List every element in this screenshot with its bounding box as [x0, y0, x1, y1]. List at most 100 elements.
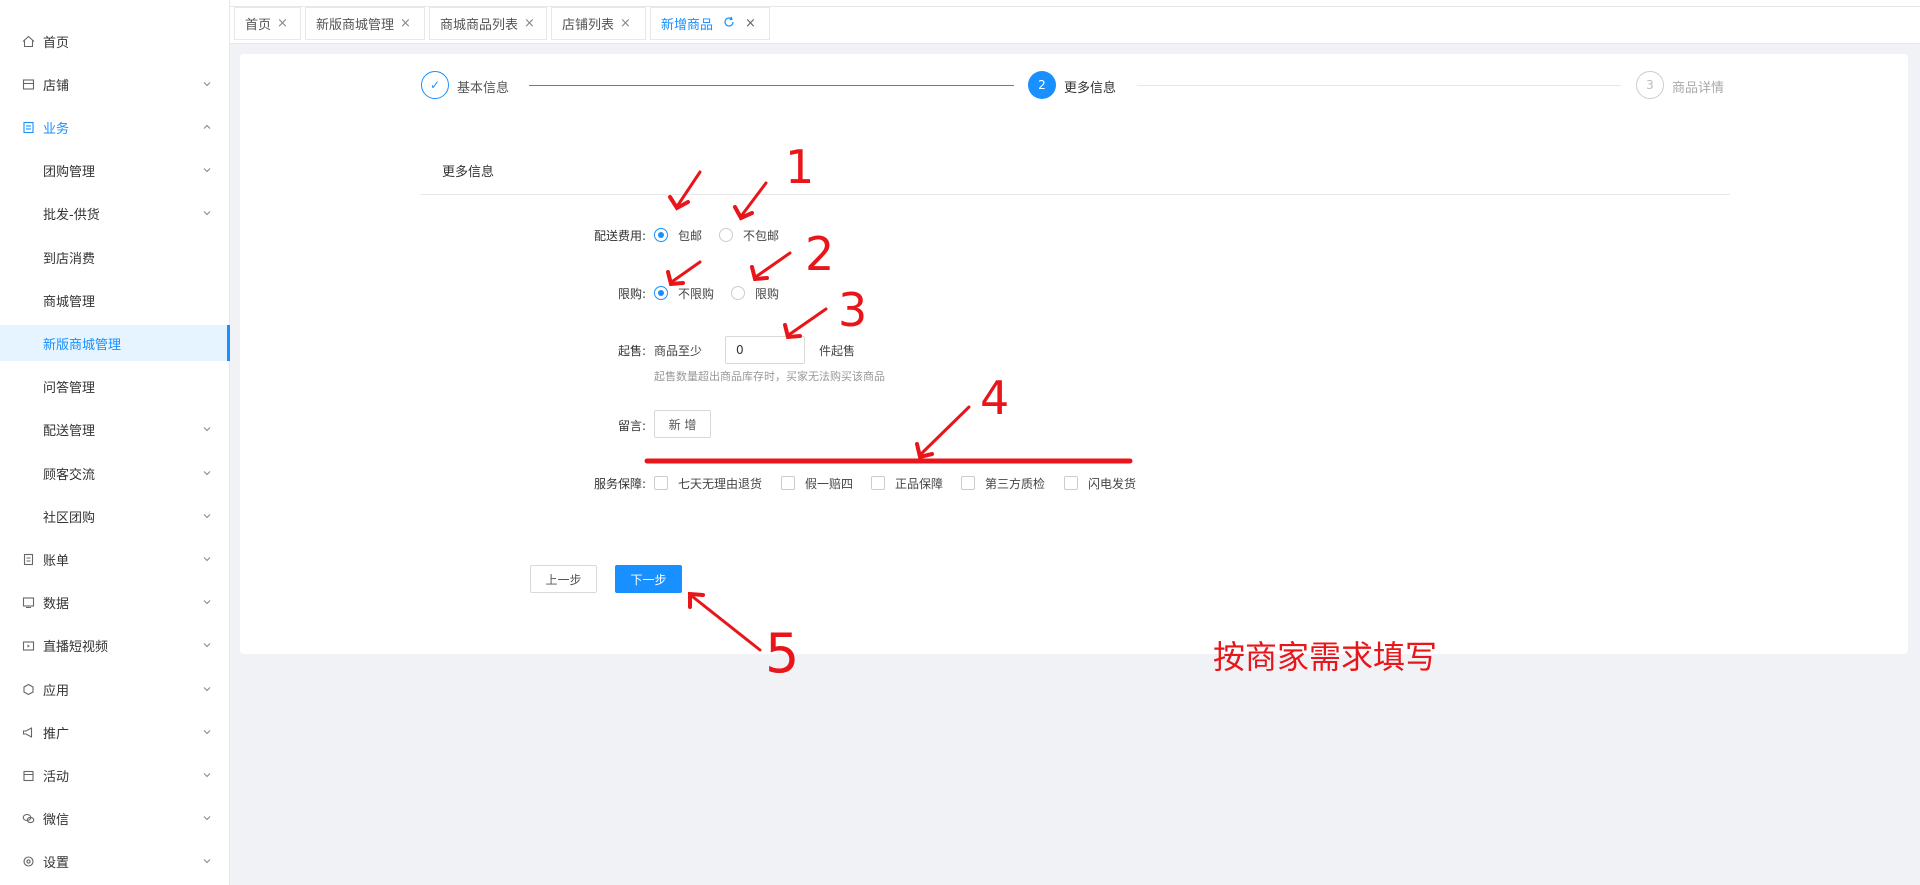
activity-icon — [21, 768, 35, 782]
close-icon[interactable]: × — [745, 16, 756, 31]
sidebar-item-label: 批发-供货 — [43, 207, 100, 223]
sidebar-item-store[interactable]: 店铺 — [0, 66, 230, 102]
tab-add-product[interactable]: 新增商品 × — [650, 7, 770, 40]
close-icon[interactable]: × — [400, 16, 411, 31]
min-sale-suffix: 件起售 — [819, 344, 856, 358]
sidebar-item-label: 店铺 — [43, 78, 70, 94]
add-message-button[interactable]: 新 增 — [654, 410, 711, 438]
annotation-number: 4 — [980, 371, 1010, 425]
sidebar-item-promotion[interactable]: 推广 — [0, 714, 230, 750]
shipping-paid-radio[interactable] — [719, 228, 733, 242]
chevron-down-icon — [203, 816, 211, 821]
sidebar-item-business[interactable]: 业务 — [0, 109, 230, 145]
annotation-number: 3 — [838, 283, 868, 337]
tab-mall-product-list[interactable]: 商城商品列表 × — [429, 7, 547, 40]
sidebar-item-live-video[interactable]: 直播短视频 — [0, 627, 230, 663]
sidebar-item-label: 数据 — [43, 596, 70, 612]
chevron-up-icon — [203, 124, 211, 129]
chevron-down-icon — [203, 600, 211, 605]
sidebar-item-data[interactable]: 数据 — [0, 584, 230, 620]
message-label: 留言: — [617, 419, 646, 433]
service-option[interactable]: 正品保障 — [895, 475, 943, 492]
chevron-down-icon — [203, 427, 211, 432]
sidebar-item-settings[interactable]: 设置 — [0, 843, 230, 879]
sidebar-item-activity[interactable]: 活动 — [0, 757, 230, 793]
min-sale-quantity-input[interactable] — [725, 336, 805, 364]
chevron-down-icon — [203, 730, 211, 735]
shipping-paid-option[interactable]: 不包邮 — [743, 227, 779, 244]
gear-icon — [21, 854, 35, 868]
sidebar-item-in-store[interactable]: 到店消费 — [0, 239, 230, 275]
sidebar-item-label: 新版商城管理 — [43, 337, 122, 353]
service-option[interactable]: 假一赔四 — [805, 475, 853, 492]
app-icon — [21, 682, 35, 696]
sidebar-item-wholesale[interactable]: 批发-供货 — [0, 195, 230, 231]
sidebar-item-apps[interactable]: 应用 — [0, 671, 230, 707]
step-1-label: 基本信息 — [457, 81, 510, 96]
sidebar-item-group-buy[interactable]: 团购管理 — [0, 152, 230, 188]
tab-store-list[interactable]: 店铺列表 × — [551, 7, 646, 40]
service-checkbox[interactable] — [654, 476, 668, 490]
service-checkbox[interactable] — [871, 476, 885, 490]
sidebar-item-label: 问答管理 — [43, 380, 96, 396]
sidebar-item-mall[interactable]: 商城管理 — [0, 282, 230, 318]
refresh-icon[interactable] — [723, 16, 735, 32]
sidebar-item-label: 活动 — [43, 769, 70, 785]
sidebar-item-qa[interactable]: 问答管理 — [0, 368, 230, 404]
chevron-down-icon — [203, 514, 211, 519]
service-checkbox[interactable] — [781, 476, 795, 490]
tab-bar: 首页 × 新版商城管理 × 商城商品列表 × 店铺列表 × 新增商品 × — [230, 0, 1920, 44]
video-icon — [21, 638, 35, 652]
prev-step-button[interactable]: 上一步 — [530, 565, 597, 593]
sidebar-item-delivery[interactable]: 配送管理 — [0, 411, 230, 447]
tab-label: 店铺列表 — [562, 18, 615, 33]
service-checkbox[interactable] — [961, 476, 975, 490]
step-connector — [529, 85, 1014, 86]
tab-new-mall-management[interactable]: 新版商城管理 × — [305, 7, 425, 40]
limit-set-option[interactable]: 限购 — [755, 285, 779, 302]
limit-none-option[interactable]: 不限购 — [678, 285, 714, 302]
close-icon[interactable]: × — [620, 16, 631, 31]
shipping-free-radio[interactable] — [654, 228, 668, 242]
service-option[interactable]: 第三方质检 — [985, 475, 1045, 492]
sidebar-item-new-mall[interactable]: 新版商城管理 — [0, 325, 230, 361]
annotation-number: 5 — [765, 622, 800, 685]
service-checkbox[interactable] — [1064, 476, 1078, 490]
chevron-down-icon — [203, 211, 211, 216]
store-icon — [21, 77, 35, 91]
min-sale-hint: 起售数量超出商品库存时，买家无法购买该商品 — [654, 370, 885, 383]
section-title: 更多信息 — [442, 165, 495, 180]
sidebar-item-customer-chat[interactable]: 顾客交流 — [0, 455, 230, 491]
sidebar-item-bill[interactable]: 账单 — [0, 541, 230, 577]
limit-set-radio[interactable] — [731, 286, 745, 300]
service-option[interactable]: 闪电发货 — [1088, 475, 1136, 492]
shipping-label: 配送费用: — [593, 229, 646, 243]
close-icon[interactable]: × — [524, 16, 535, 31]
tab-label: 首页 — [245, 18, 272, 33]
sidebar-item-community[interactable]: 社区团购 — [0, 498, 230, 534]
step-2-number: 2 — [1028, 71, 1056, 99]
min-sale-prefix: 商品至少 — [654, 344, 703, 358]
chevron-down-icon — [203, 643, 211, 648]
tab-label: 商城商品列表 — [440, 18, 519, 33]
step-2-label: 更多信息 — [1064, 81, 1117, 96]
sidebar-item-label: 社区团购 — [43, 510, 96, 526]
tab-label: 新版商城管理 — [316, 18, 395, 33]
next-step-button[interactable]: 下一步 — [615, 565, 682, 593]
sidebar-item-label: 业务 — [43, 121, 70, 137]
close-icon[interactable]: × — [277, 16, 288, 31]
data-icon — [21, 595, 35, 609]
step-1-check-icon: ✓ — [421, 71, 449, 99]
sidebar-item-label: 到店消费 — [43, 251, 96, 267]
chevron-down-icon — [203, 471, 211, 476]
sidebar-item-label: 商城管理 — [43, 294, 96, 310]
service-option[interactable]: 七天无理由退货 — [678, 475, 762, 492]
sidebar-item-wechat[interactable]: 微信 — [0, 800, 230, 836]
shipping-free-option[interactable]: 包邮 — [678, 227, 702, 244]
limit-none-radio[interactable] — [654, 286, 668, 300]
sidebar-item-home[interactable]: 首页 — [0, 23, 230, 59]
tab-home[interactable]: 首页 × — [234, 7, 301, 40]
chevron-down-icon — [203, 168, 211, 173]
sidebar-item-label: 推广 — [43, 726, 70, 742]
wechat-icon — [21, 811, 35, 825]
